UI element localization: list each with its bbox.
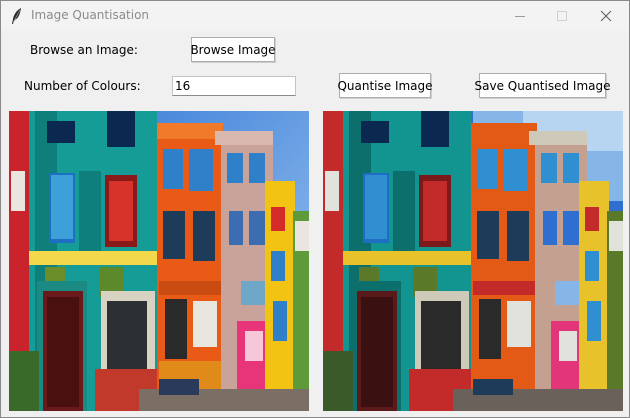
- save-quantised-image-button[interactable]: Save Quantised Image: [475, 73, 610, 98]
- close-icon: [600, 7, 612, 26]
- quantised-image: [323, 111, 623, 411]
- original-image: [9, 111, 309, 411]
- browse-label: Browse an Image:: [30, 43, 138, 57]
- maximize-icon: [556, 7, 568, 26]
- minimize-button[interactable]: [497, 1, 543, 31]
- app-window: Image Quantisation Browse an Image: Brow…: [0, 0, 630, 418]
- colours-label: Number of Colours:: [24, 79, 141, 93]
- close-button[interactable]: [583, 1, 629, 31]
- browse-image-button[interactable]: Browse Image: [190, 37, 276, 62]
- title-bar[interactable]: Image Quantisation: [1, 1, 629, 31]
- maximize-button[interactable]: [539, 1, 585, 31]
- colours-input[interactable]: [172, 76, 296, 96]
- feather-app-icon: [10, 7, 24, 25]
- quantise-image-button[interactable]: Quantise Image: [337, 73, 433, 98]
- minimize-icon: [514, 7, 526, 26]
- window-title: Image Quantisation: [31, 8, 150, 22]
